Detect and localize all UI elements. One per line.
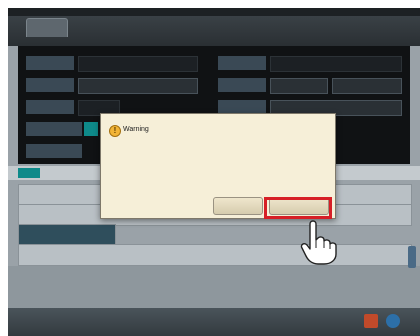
- field-label: [26, 56, 74, 70]
- field-label: [218, 78, 266, 92]
- teal-input[interactable]: [84, 122, 98, 136]
- field-label: [218, 100, 266, 114]
- date-dropdown[interactable]: [332, 78, 402, 94]
- field-label: [26, 78, 74, 92]
- dropdown-field[interactable]: [78, 78, 198, 94]
- tab-main[interactable]: [26, 18, 68, 37]
- list-item-selected[interactable]: [18, 224, 116, 246]
- warning-dialog: ! Warning: [100, 113, 336, 219]
- field-label: [26, 144, 82, 158]
- list-area: [8, 266, 420, 308]
- highlight-box: [264, 197, 332, 219]
- field-label: [26, 100, 74, 114]
- cancel-button[interactable]: [213, 197, 263, 215]
- section-button[interactable]: [18, 168, 40, 178]
- date-dropdown[interactable]: [270, 78, 328, 94]
- tab-strip: [8, 16, 420, 46]
- dialog-title: Warning: [123, 126, 149, 133]
- field-label: [26, 122, 82, 136]
- title-bar: [8, 8, 420, 16]
- scroll-handle[interactable]: [408, 246, 416, 268]
- field-value[interactable]: [78, 56, 198, 72]
- warning-icon: !: [109, 125, 121, 137]
- pointing-hand-icon: [300, 220, 337, 265]
- action-button[interactable]: [386, 314, 400, 328]
- bottom-bar: [8, 308, 420, 336]
- action-button[interactable]: [364, 314, 378, 328]
- field-label: [218, 56, 266, 70]
- list-item[interactable]: [18, 244, 412, 266]
- field-value[interactable]: [270, 56, 402, 72]
